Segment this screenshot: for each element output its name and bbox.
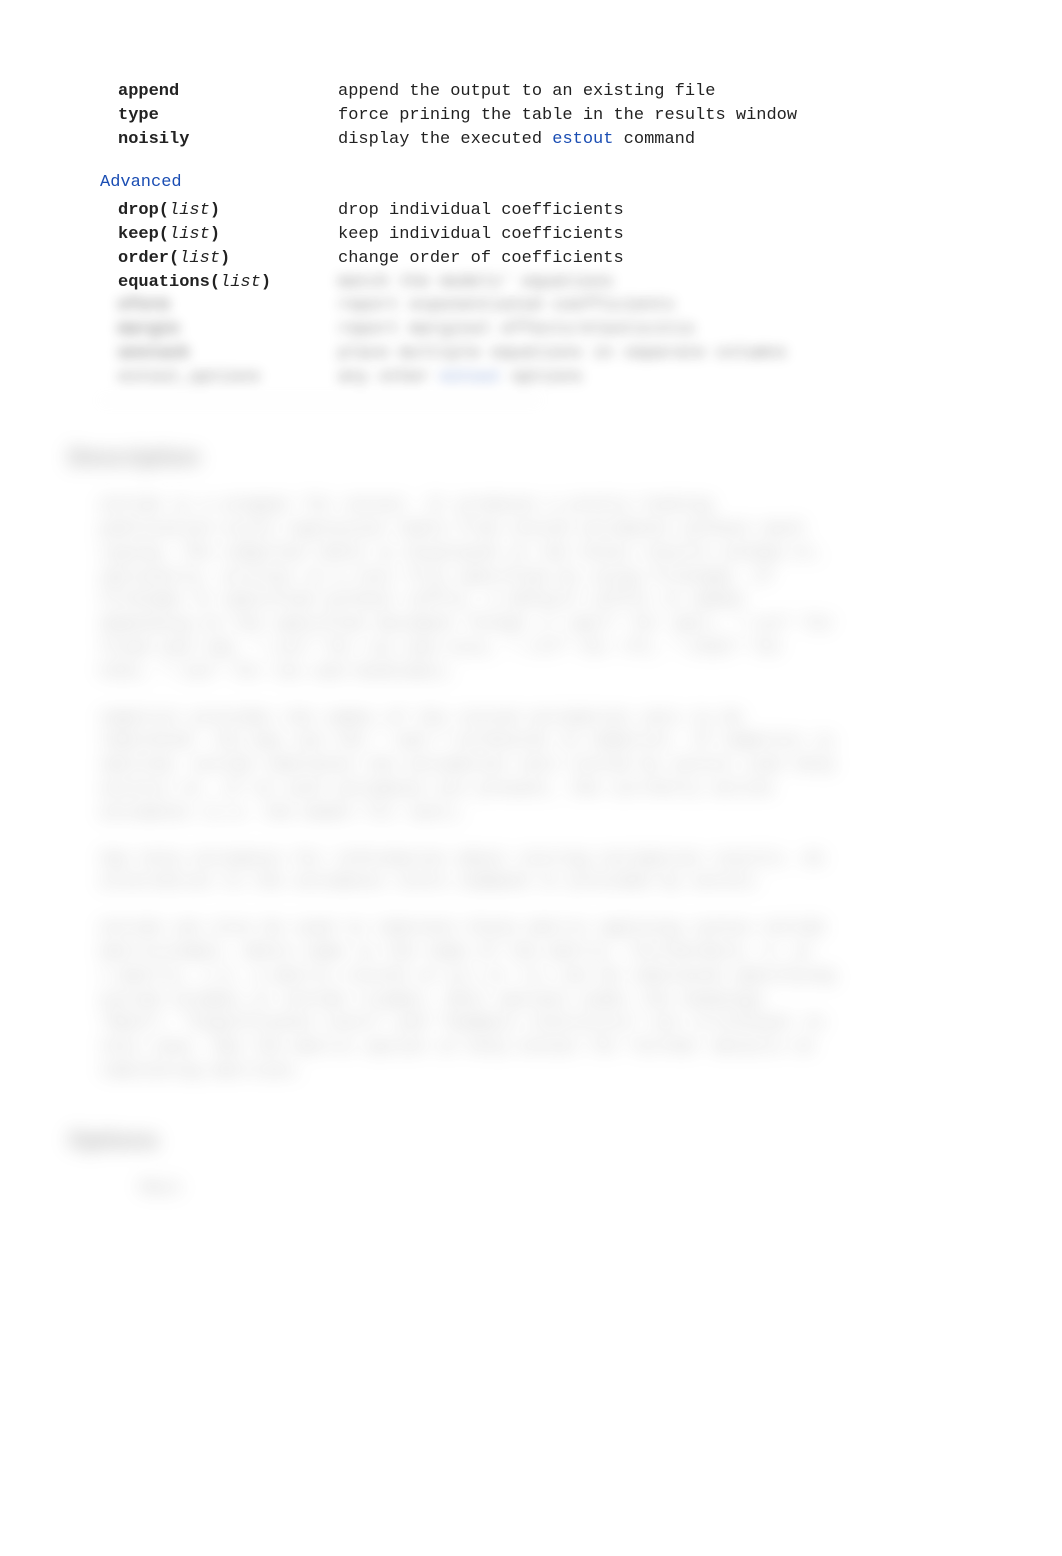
option-row: noisily display the executed estout comm… bbox=[40, 128, 1022, 152]
option-row: drop(list) drop individual coefficients bbox=[40, 199, 1022, 223]
option-key: drop( bbox=[118, 201, 169, 220]
option-desc: append the output to an existing file bbox=[338, 80, 1022, 104]
description-paragraph: esttab is a wrapper for estout. It produ… bbox=[40, 494, 1022, 684]
option-desc: force prining the table in the results w… bbox=[338, 104, 1022, 128]
option-desc: keep individual coefficients bbox=[338, 223, 1022, 247]
description-paragraph: esttab can also be used to tabulate Stat… bbox=[40, 917, 1022, 1084]
advanced-heading: Advanced bbox=[40, 171, 1022, 195]
option-desc: display the executed estout command bbox=[338, 128, 1022, 152]
option-desc: drop individual coefficients bbox=[338, 199, 1022, 223]
option-key: order( bbox=[118, 249, 179, 268]
option-key: noisily bbox=[118, 130, 189, 149]
blurred-region: Description esttab is a wrapper for esto… bbox=[40, 441, 1022, 1202]
option-desc: match the models' equations bbox=[338, 271, 1022, 295]
option-key: equations( bbox=[118, 273, 220, 292]
option-key: append bbox=[118, 82, 179, 101]
option-key: type bbox=[118, 106, 159, 125]
description-paragraph: See help estimates for information about… bbox=[40, 848, 1022, 896]
description-paragraph: namelist provides the names of the store… bbox=[40, 707, 1022, 826]
blurred-region: eform report exponentiated coefficients … bbox=[40, 294, 1022, 400]
option-desc: change order of coefficients bbox=[338, 247, 1022, 271]
option-row: equations(list) match the models' equati… bbox=[40, 271, 1022, 295]
option-row: type force prining the table in the resu… bbox=[40, 104, 1022, 128]
option-row: append append the output to an existing … bbox=[40, 80, 1022, 104]
option-row: order(list) change order of coefficients bbox=[40, 247, 1022, 271]
estout-link[interactable]: estout bbox=[552, 130, 613, 149]
options-heading: Options bbox=[40, 1124, 1022, 1158]
option-key: keep( bbox=[118, 225, 169, 244]
options-subheading: Main bbox=[40, 1177, 1022, 1201]
description-heading: Description bbox=[40, 441, 1022, 475]
option-row: keep(list) keep individual coefficients bbox=[40, 223, 1022, 247]
